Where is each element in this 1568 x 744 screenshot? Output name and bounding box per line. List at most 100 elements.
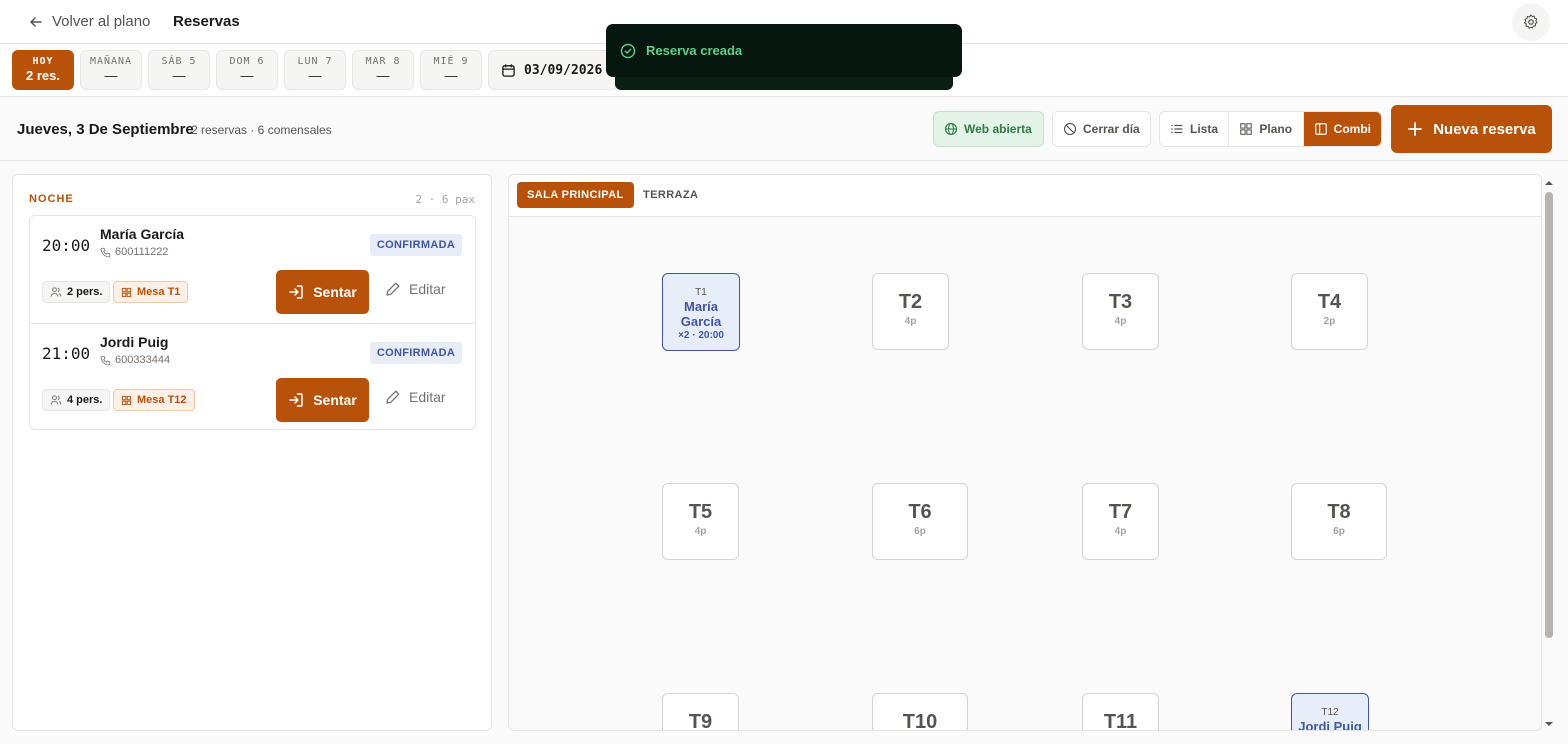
phone-icon [100,355,111,365]
web-open-button[interactable]: Web abierta [933,111,1044,147]
reservation-list: 20:00 María García 600111222 CONFIRMADA … [29,215,476,430]
guest-name: Jordi Puig [100,334,169,350]
back-link[interactable]: Volver al plano [28,13,150,30]
phone-icon [100,247,111,257]
room-tabs: SALA PRINCIPAL TERRAZA [509,175,1541,217]
seat-label: Sentar [313,392,357,408]
table-name: T11 [1103,711,1138,731]
view-list-button[interactable]: Lista [1160,112,1230,146]
view-list-label: Lista [1190,122,1219,136]
day-chip-tomorrow[interactable]: MAÑANA — [80,50,142,90]
table-icon [121,395,132,405]
table-t8[interactable]: T8 6p [1291,483,1387,560]
tab-terraza[interactable]: TERRAZA [633,182,708,208]
view-combi-button[interactable]: Combi [1303,112,1381,146]
table-chip-label: Mesa T12 [137,394,187,406]
reservation-time: 20:00 [42,236,91,255]
back-label: Volver al plano [52,13,151,30]
date-title: Jueves, 3 De Septiembre [17,121,194,138]
close-day-label: Cerrar día [1083,122,1140,136]
table-t10[interactable]: T10 [872,693,968,731]
day-chip-wed[interactable]: MIÉ 9 — [420,50,482,90]
day-chip-mon[interactable]: LUN 7 — [284,50,346,90]
table-guest: María García [680,299,722,329]
day-chip-sat[interactable]: SÁB 5 — [148,50,210,90]
new-reservation-label: Nueva reserva [1433,120,1536,138]
day-chip-tue[interactable]: MAR 8 — [352,50,414,90]
table-t4[interactable]: T4 2p [1291,273,1368,350]
grid-icon [1240,123,1253,135]
table-t2[interactable]: T2 4p [872,273,949,350]
scroll-down-arrow-icon[interactable] [1543,719,1555,729]
table-icon [121,287,132,297]
close-day-button[interactable]: Cerrar día [1052,111,1151,147]
day-chip-sun[interactable]: DOM 6 — [216,50,278,90]
party-size-chip: 2 pers. [42,281,111,303]
day-chip-label: DOM 6 [229,56,265,67]
day-chip-value: — [376,68,390,83]
seat-button[interactable]: Sentar [276,378,369,422]
guest-phone-number: 600111222 [115,246,169,258]
edit-label: Editar [409,281,446,297]
day-chip-value: — [104,68,118,83]
gear-icon [1524,14,1538,29]
table-t5[interactable]: T5 4p [662,483,739,560]
sign-in-icon [289,393,303,407]
seat-button[interactable]: Sentar [276,270,369,314]
guest-phone: 600333444 [100,354,170,366]
edit-button[interactable]: Editar [385,389,446,405]
pencil-icon [386,390,400,404]
tab-sala-principal[interactable]: SALA PRINCIPAL [517,182,634,208]
table-t6[interactable]: T6 6p [872,483,968,560]
scroll-up-arrow-icon[interactable] [1543,178,1555,188]
table-chip: Mesa T12 [113,389,195,411]
date-picker[interactable]: 03/09/2026 [488,50,618,90]
day-chip-value: — [444,68,458,83]
day-chip-label: MAR 8 [365,56,401,67]
globe-icon [944,122,958,136]
table-name: T10 [902,711,938,731]
date-picker-value: 03/09/2026 [524,62,603,78]
users-icon [50,287,62,297]
reservation-time: 21:00 [42,344,91,363]
table-t3[interactable]: T3 4p [1082,273,1159,350]
list-icon [1171,124,1183,134]
table-capacity: 6p [914,526,926,537]
party-size-label: 4 pers. [67,394,103,406]
day-chip-label: MIÉ 9 [433,56,469,67]
ban-icon [1063,122,1077,136]
table-chip-label: Mesa T1 [137,286,181,298]
scrollbar-thumb[interactable] [1545,192,1553,638]
table-t7[interactable]: T7 4p [1082,483,1159,560]
day-chip-label: LUN 7 [297,56,333,67]
table-t1[interactable]: T1 María García ×2 · 20:00 [662,273,740,351]
view-switcher: Lista Plano Combi [1159,111,1382,147]
edit-button[interactable]: Editar [385,281,446,297]
reservation-item[interactable]: 20:00 María García 600111222 CONFIRMADA … [30,216,475,323]
table-name: T9 [688,711,713,731]
columns-icon [1314,123,1327,135]
table-t12[interactable]: T12 Jordi Puig [1291,693,1369,731]
table-t9[interactable]: T9 [662,693,739,731]
day-chip-value: — [308,68,322,83]
party-size-chip: 4 pers. [42,389,111,411]
plus-icon [1408,122,1423,136]
reservation-item[interactable]: 21:00 Jordi Puig 600333444 CONFIRMADA 4 … [30,323,475,430]
day-chip-today[interactable]: HOY 2 res. [12,50,74,90]
table-guest: Jordi Puig [1298,719,1362,731]
edit-label: Editar [409,389,446,405]
table-name: T3 [1108,291,1133,313]
table-name: T7 [1108,501,1133,523]
view-plan-button[interactable]: Plano [1229,112,1304,146]
day-summary: 2 reservas · 6 comensales [191,123,332,137]
table-t11[interactable]: T11 [1082,693,1159,731]
guest-phone: 600111222 [100,246,168,258]
table-name: T12 [1321,707,1339,718]
new-reservation-button[interactable]: Nueva reserva [1391,105,1552,153]
settings-button[interactable] [1512,3,1550,41]
view-plan-label: Plano [1259,122,1293,136]
day-chip-value: — [172,68,186,83]
table-name: T8 [1327,501,1351,523]
table-booking-info: ×2 · 20:00 [678,330,724,341]
guest-name: María García [100,226,185,242]
